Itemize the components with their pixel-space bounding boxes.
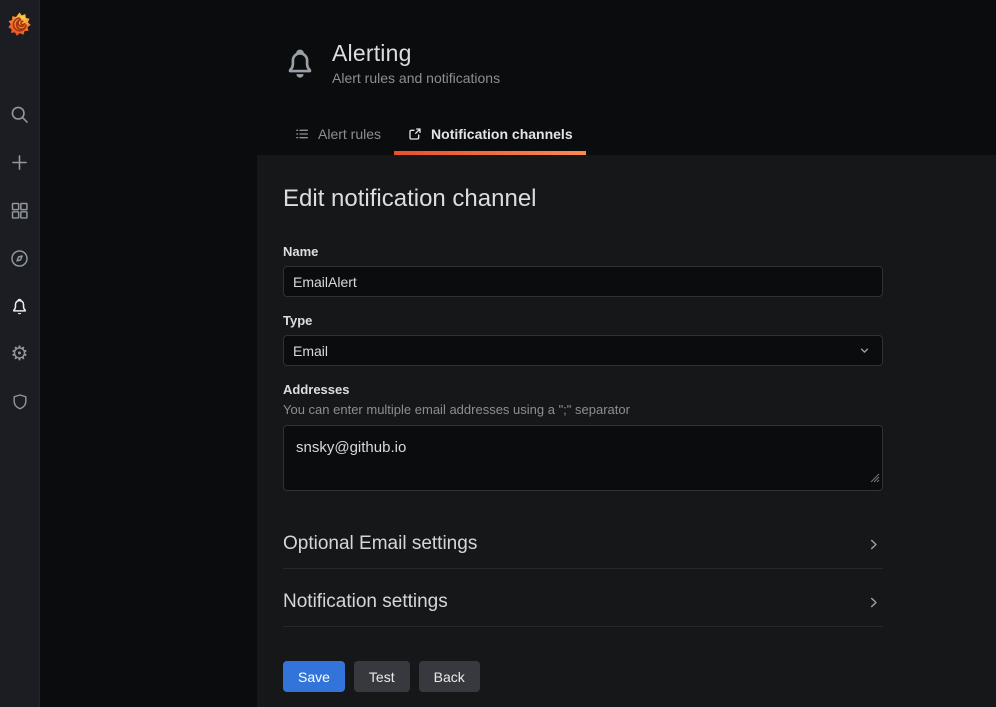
addresses-textarea[interactable]: snsky@github.io (283, 425, 883, 491)
addresses-label: Addresses (283, 382, 883, 397)
sidebar-item-configuration[interactable]: ⚙ (0, 330, 40, 378)
bell-icon (9, 296, 30, 317)
name-label: Name (283, 244, 883, 259)
form-actions: Save Test Back (283, 661, 970, 692)
compass-icon (9, 248, 30, 269)
grafana-logo[interactable] (0, 0, 40, 48)
section-label: Notification settings (283, 591, 448, 613)
form-title: Edit notification channel (283, 185, 970, 213)
addresses-description: You can enter multiple email addresses u… (283, 402, 883, 417)
section-optional-email-settings[interactable]: Optional Email settings (283, 524, 883, 569)
chevron-right-icon (866, 595, 881, 610)
tab-notification-channels[interactable]: Notification channels (394, 120, 586, 151)
alerting-bell-icon (283, 42, 317, 84)
section-label: Optional Email settings (283, 533, 477, 555)
sidebar-item-search[interactable] (0, 90, 40, 138)
sidebar-item-dashboards[interactable] (0, 186, 40, 234)
type-select[interactable]: Email (283, 335, 883, 366)
type-selected-value: Email (293, 343, 328, 359)
save-button[interactable]: Save (283, 661, 345, 692)
channels-icon (407, 126, 423, 142)
sidebar-item-explore[interactable] (0, 234, 40, 282)
plus-icon (9, 152, 30, 173)
test-button[interactable]: Test (354, 661, 410, 692)
dashboards-icon (9, 200, 30, 221)
back-button[interactable]: Back (419, 661, 480, 692)
tab-label: Notification channels (431, 126, 573, 142)
addresses-field-group: Addresses You can enter multiple email a… (283, 382, 883, 491)
sidebar-item-create[interactable] (0, 138, 40, 186)
list-icon (294, 126, 310, 142)
page-header: Alerting Alert rules and notifications A… (257, 0, 996, 155)
page-title: Alerting (332, 40, 500, 67)
sidebar-nav: ⚙ (0, 90, 40, 426)
page-heading-text: Alerting Alert rules and notifications (332, 40, 500, 86)
tab-alert-rules[interactable]: Alert rules (281, 120, 394, 151)
search-icon (9, 104, 30, 125)
sidebar-item-alerting[interactable] (0, 282, 40, 330)
page-subtitle: Alert rules and notifications (332, 70, 500, 86)
sidebar: ⚙ (0, 0, 40, 707)
tab-label: Alert rules (318, 126, 381, 142)
sidebar-item-server-admin[interactable] (0, 378, 40, 426)
chevron-right-icon (866, 537, 881, 552)
tab-bar: Alert rules Notification channels (281, 120, 586, 151)
name-field-group: Name (283, 244, 883, 297)
section-notification-settings[interactable]: Notification settings (283, 582, 883, 627)
type-label: Type (283, 313, 883, 328)
shield-icon (10, 392, 30, 413)
grafana-app: { "header": { "title": "Alerting", "subt… (0, 0, 996, 707)
chevron-down-icon (858, 344, 871, 357)
name-input[interactable] (283, 266, 883, 297)
type-field-group: Type Email (283, 313, 883, 366)
resize-grip[interactable] (868, 470, 880, 488)
edit-channel-panel: Edit notification channel Name Type Emai… (257, 155, 996, 707)
collapsible-sections: Optional Email settings Notification set… (283, 524, 883, 627)
grafana-logo-icon (6, 11, 33, 38)
gear-icon: ⚙ (11, 344, 29, 364)
